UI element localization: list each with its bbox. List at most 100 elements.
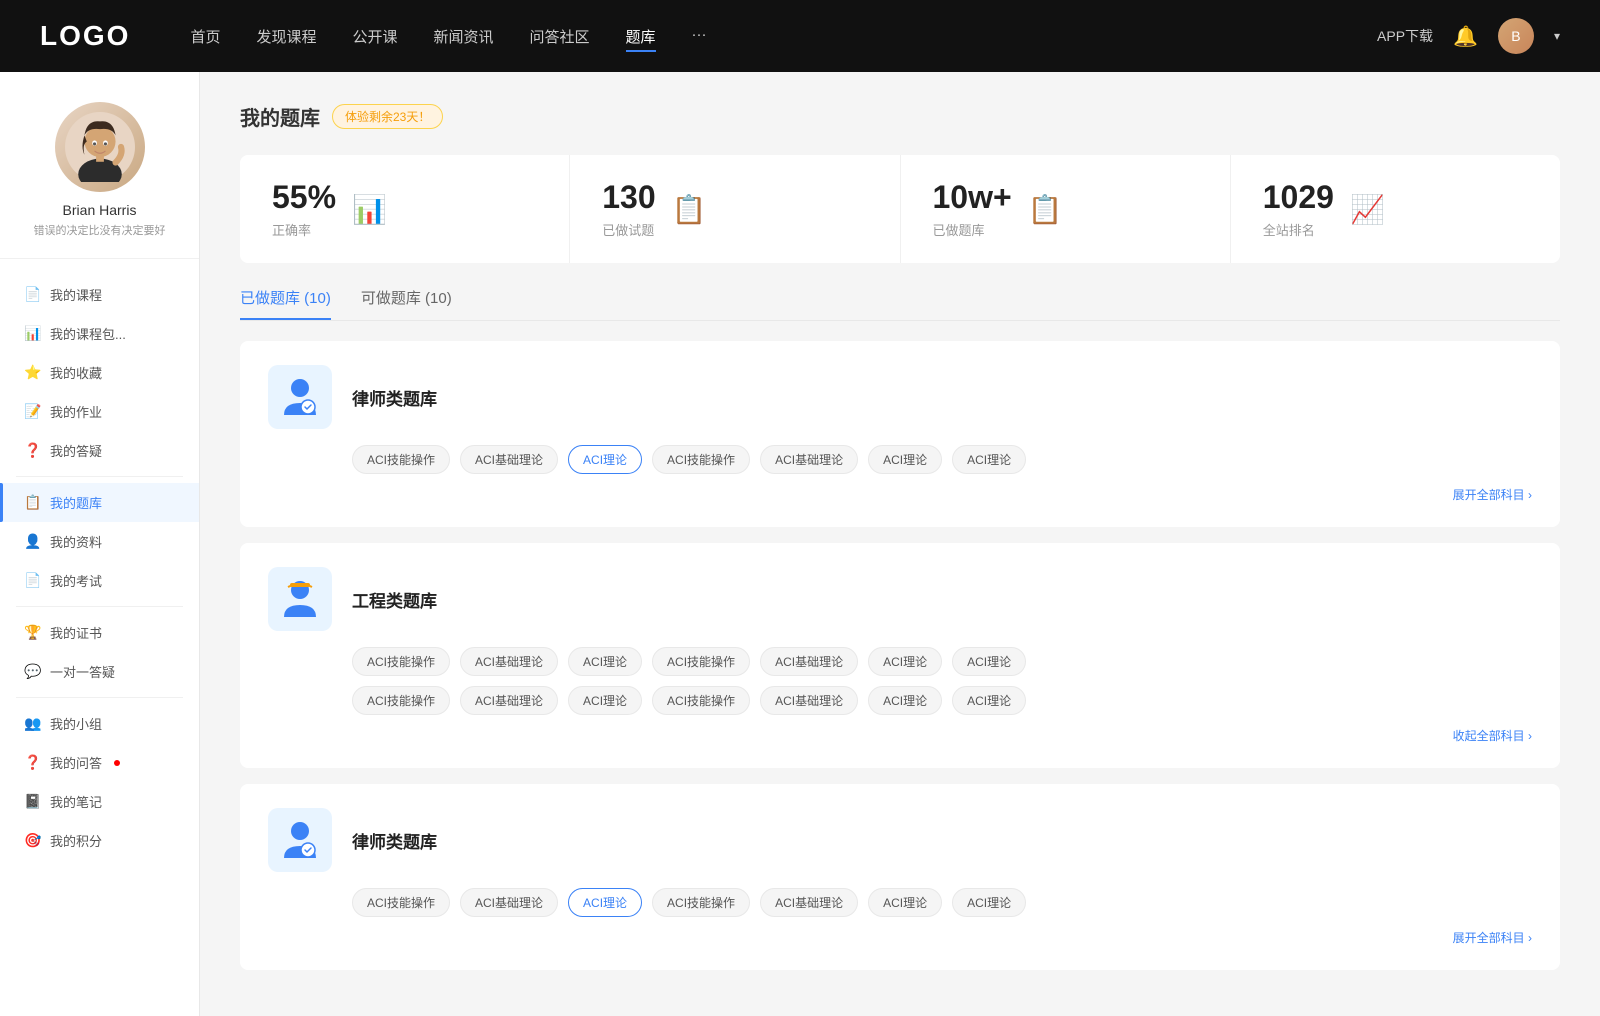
stat-icon: 📈: [1350, 193, 1385, 226]
qbank-title: 律师类题库: [352, 385, 437, 410]
sidebar-item-11[interactable]: ❓ 我的问答: [0, 743, 199, 782]
nav-item-首页[interactable]: 首页: [190, 26, 220, 47]
sidebar-item-1[interactable]: 📊 我的课程包...: [0, 314, 199, 353]
nav-item-新闻资讯[interactable]: 新闻资讯: [434, 26, 494, 47]
dot-badge: [114, 760, 120, 766]
menu-label: 我的积分: [50, 831, 102, 850]
sidebar-item-2[interactable]: ⭐ 我的收藏: [0, 353, 199, 392]
tag[interactable]: ACI基础理论: [760, 888, 858, 917]
tag[interactable]: ACI理论: [952, 647, 1026, 676]
tag[interactable]: ACI基础理论: [760, 647, 858, 676]
expand-button[interactable]: 展开全部科目 ›: [1453, 486, 1532, 503]
tag[interactable]: ACI理论: [952, 445, 1026, 474]
qbank-tags-row1: ACI技能操作 ACI基础理论 ACI理论 ACI技能操作 ACI基础理论 ACI理论 AC…: [352, 888, 1532, 917]
tag[interactable]: ACI技能操作: [352, 647, 450, 676]
menu-label: 我的课程包...: [50, 324, 126, 343]
expand-button[interactable]: 收起全部科目 ›: [1453, 727, 1532, 744]
qbank-card-header: 工程类题库: [268, 567, 1532, 631]
qbank-cards-container: 律师类题库 ACI技能操作ACI基础理论ACI理论ACI技能操作ACI基础理论A…: [240, 341, 1560, 970]
menu-icon: 🏆: [24, 624, 40, 641]
menu-label: 我的证书: [50, 623, 102, 642]
nav-item-公开课[interactable]: 公开课: [352, 26, 397, 47]
menu-label: 我的考试: [50, 571, 102, 590]
stat-value: 1029: [1263, 179, 1334, 216]
menu-icon: ❓: [24, 442, 40, 459]
stat-value-group: 130 已做试题: [602, 179, 655, 239]
tag[interactable]: ACI理论: [868, 647, 942, 676]
tag[interactable]: ACI基础理论: [460, 686, 558, 715]
tag[interactable]: ACI基础理论: [460, 445, 558, 474]
menu-label: 我的作业: [50, 402, 102, 421]
tag[interactable]: ACI理论: [952, 686, 1026, 715]
stat-label: 已做试题: [602, 220, 655, 239]
tab-0[interactable]: 已做题库 (10): [240, 287, 331, 320]
tag[interactable]: ACI理论: [568, 647, 642, 676]
sidebar-item-4[interactable]: ❓ 我的答疑: [0, 431, 199, 470]
tag[interactable]: ACI基础理论: [760, 686, 858, 715]
sidebar-item-6[interactable]: 👤 我的资料: [0, 522, 199, 561]
nav-item-题库[interactable]: 题库: [626, 26, 656, 47]
menu-icon: 📋: [24, 494, 40, 511]
sidebar-item-8[interactable]: 🏆 我的证书: [0, 613, 199, 652]
app-download-button[interactable]: APP下载: [1377, 26, 1433, 46]
menu-label: 我的笔记: [50, 792, 102, 811]
stat-icon: 📋: [1028, 193, 1063, 226]
menu-icon: ❓: [24, 754, 40, 771]
logo: LOGO: [40, 20, 130, 52]
tag[interactable]: ACI理论: [868, 888, 942, 917]
sidebar-item-5[interactable]: 📋 我的题库: [0, 483, 199, 522]
page-title: 我的题库: [240, 102, 320, 131]
menu-icon: ⭐: [24, 364, 40, 381]
chevron-down-icon[interactable]: ▾: [1554, 29, 1560, 43]
tag[interactable]: ACI理论: [952, 888, 1026, 917]
nav-item-···[interactable]: ···: [692, 26, 707, 47]
qbank-card-2: 律师类题库 ACI技能操作ACI基础理论ACI理论ACI技能操作ACI基础理论A…: [240, 784, 1560, 970]
menu-icon: 📓: [24, 793, 40, 810]
menu-icon: 📄: [24, 286, 40, 303]
notification-bell-icon[interactable]: 🔔: [1453, 24, 1478, 49]
sidebar-item-13[interactable]: 🎯 我的积分: [0, 821, 199, 860]
stat-value-group: 1029 全站排名: [1263, 179, 1334, 239]
tag[interactable]: ACI理论: [568, 888, 642, 917]
nav-item-问答社区[interactable]: 问答社区: [530, 26, 590, 47]
sidebar-item-0[interactable]: 📄 我的课程: [0, 275, 199, 314]
stat-value-group: 55% 正确率: [272, 179, 336, 239]
tag[interactable]: ACI基础理论: [460, 647, 558, 676]
tag[interactable]: ACI理论: [868, 445, 942, 474]
nav-item-发现课程[interactable]: 发现课程: [256, 26, 316, 47]
sidebar-item-3[interactable]: 📝 我的作业: [0, 392, 199, 431]
stat-label: 已做题库: [933, 220, 1012, 239]
tag[interactable]: ACI理论: [568, 686, 642, 715]
expand-button[interactable]: 展开全部科目 ›: [1453, 929, 1532, 946]
page-header: 我的题库 体验剩余23天！: [240, 102, 1560, 131]
trial-badge: 体验剩余23天！: [332, 104, 443, 129]
tag[interactable]: ACI基础理论: [760, 445, 858, 474]
qbank-title: 律师类题库: [352, 828, 437, 853]
stat-icon: 📋: [672, 193, 707, 226]
tag[interactable]: ACI理论: [568, 445, 642, 474]
tag[interactable]: ACI技能操作: [352, 686, 450, 715]
tag[interactable]: ACI基础理论: [460, 888, 558, 917]
menu-icon: 🎯: [24, 832, 40, 849]
avatar[interactable]: B: [1498, 18, 1534, 54]
sidebar-item-10[interactable]: 👥 我的小组: [0, 704, 199, 743]
tag[interactable]: ACI技能操作: [652, 647, 750, 676]
main-layout: Brian Harris 错误的决定比没有决定要好 📄 我的课程 📊 我的课程包…: [0, 72, 1600, 1016]
tag[interactable]: ACI理论: [868, 686, 942, 715]
tab-1[interactable]: 可做题库 (10): [361, 287, 452, 320]
sidebar-item-9[interactable]: 💬 一对一答疑: [0, 652, 199, 691]
tag[interactable]: ACI技能操作: [352, 888, 450, 917]
tag[interactable]: ACI技能操作: [352, 445, 450, 474]
menu-icon: 📝: [24, 403, 40, 420]
sidebar-item-7[interactable]: 📄 我的考试: [0, 561, 199, 600]
tag[interactable]: ACI技能操作: [652, 686, 750, 715]
qbank-card-1: 工程类题库 ACI技能操作 ACI基础理论 ACI理论 ACI技能操作 ACI基础理论 A…: [240, 543, 1560, 768]
qbank-card-0: 律师类题库 ACI技能操作 ACI基础理论 ACI理论 ACI技能操作 ACI基础理论 A…: [240, 341, 1560, 527]
menu-label: 一对一答疑: [50, 662, 115, 681]
tag[interactable]: ACI技能操作: [652, 445, 750, 474]
sidebar-item-12[interactable]: 📓 我的笔记: [0, 782, 199, 821]
stat-value: 55%: [272, 179, 336, 216]
tag[interactable]: ACI技能操作: [652, 888, 750, 917]
stat-item-0: 55% 正确率 📊: [240, 155, 570, 263]
qbank-icon: [268, 365, 332, 429]
